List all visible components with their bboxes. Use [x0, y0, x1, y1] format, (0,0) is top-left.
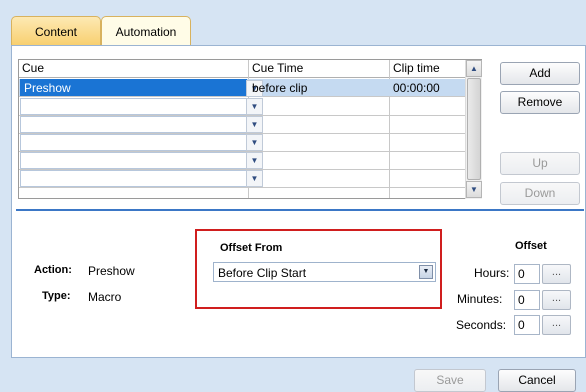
cue-select[interactable] — [20, 98, 247, 115]
save-button[interactable]: Save — [414, 369, 486, 392]
chevron-down-icon[interactable]: ▼ — [246, 152, 263, 169]
column-header-cue-time[interactable]: Cue Time — [248, 60, 389, 78]
scroll-up-arrow-icon[interactable]: ▲ — [466, 60, 482, 77]
action-label: Action: — [34, 264, 72, 276]
minutes-field[interactable]: 0 — [514, 290, 540, 310]
offset-title: Offset — [515, 240, 547, 252]
chevron-down-icon[interactable]: ▼ — [246, 116, 263, 133]
action-value: Preshow — [88, 264, 135, 278]
chevron-down-icon[interactable]: ▼ — [419, 265, 433, 279]
scroll-down-arrow-icon[interactable]: ▼ — [466, 181, 482, 198]
cue-grid: Cue Cue Time Clip time Preshow ▼ before … — [18, 59, 482, 199]
cue-select[interactable] — [20, 170, 247, 187]
offset-from-title: Offset From — [220, 242, 283, 254]
type-label: Type: — [42, 290, 71, 302]
scroll-thumb[interactable] — [467, 78, 481, 180]
cue-select[interactable] — [20, 152, 247, 169]
chevron-down-icon[interactable]: ▼ — [246, 170, 263, 187]
hours-browse-button[interactable]: ... — [542, 264, 571, 284]
tab-content[interactable]: Content — [11, 16, 101, 46]
minutes-browse-button[interactable]: ... — [542, 290, 571, 310]
remove-button[interactable]: Remove — [500, 91, 580, 114]
minutes-label: Minutes: — [457, 292, 503, 306]
column-header-cue[interactable]: Cue — [19, 60, 248, 78]
clip-time-cell: 00:00:00 — [393, 81, 440, 95]
offset-from-select[interactable]: Before Clip Start ▼ — [213, 262, 436, 282]
table-row[interactable]: ▼ — [19, 170, 467, 188]
cue-time-cell: before clip — [252, 81, 308, 95]
table-row[interactable]: ▼ — [19, 116, 467, 134]
chevron-down-icon[interactable]: ▼ — [246, 98, 263, 115]
seconds-field[interactable]: 0 — [514, 315, 540, 335]
vertical-scrollbar[interactable]: ▲ ▼ — [465, 60, 482, 199]
seconds-label: Seconds: — [456, 318, 507, 332]
offset-from-value: Before Clip Start — [218, 266, 307, 280]
hours-label: Hours: — [474, 266, 510, 280]
add-button[interactable]: Add — [500, 62, 580, 85]
table-row[interactable]: ▼ — [19, 134, 467, 152]
down-button[interactable]: Down — [500, 182, 580, 205]
up-button[interactable]: Up — [500, 152, 580, 175]
cue-select[interactable] — [20, 116, 247, 133]
hours-field[interactable]: 0 — [514, 264, 540, 284]
column-header-clip-time[interactable]: Clip time — [389, 60, 467, 78]
chevron-down-icon[interactable]: ▼ — [246, 134, 263, 151]
table-row[interactable]: Preshow ▼ before clip 00:00:00 — [19, 79, 467, 97]
table-row[interactable]: ▼ — [19, 152, 467, 170]
cue-select[interactable] — [20, 134, 247, 151]
section-divider — [16, 209, 584, 211]
cue-value: Preshow — [24, 81, 71, 95]
type-value: Macro — [88, 290, 122, 304]
cue-select[interactable]: Preshow — [20, 79, 247, 96]
cancel-button[interactable]: Cancel — [498, 369, 576, 392]
seconds-browse-button[interactable]: ... — [542, 315, 571, 335]
tab-automation[interactable]: Automation — [101, 16, 191, 46]
table-row[interactable]: ▼ — [19, 98, 467, 116]
